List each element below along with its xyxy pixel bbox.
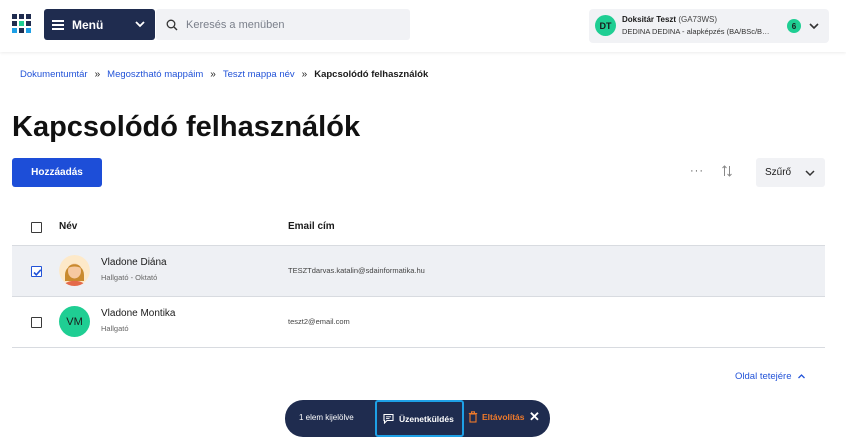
user-name: Doksitár Teszt bbox=[622, 15, 677, 24]
chevron-down-icon bbox=[805, 170, 815, 177]
app-logo-icon[interactable] bbox=[11, 13, 33, 35]
user-program: DEDINA DEDINA - alapképzés (BA/BSc/B… bbox=[622, 27, 770, 36]
search-input[interactable] bbox=[186, 18, 386, 31]
user-code: (GA73WS) bbox=[678, 15, 717, 24]
hamburger-icon bbox=[52, 19, 64, 30]
table-header: Név Email cím bbox=[12, 209, 825, 246]
more-options-icon[interactable]: ··· bbox=[690, 165, 704, 177]
add-button[interactable]: Hozzáadás bbox=[12, 158, 102, 187]
row-checkbox[interactable] bbox=[31, 266, 42, 277]
chevron-up-icon bbox=[797, 374, 805, 379]
breadcrumb: Dokumentumtár » Megosztható mappáim » Te… bbox=[20, 69, 428, 80]
breadcrumb-link[interactable]: Teszt mappa név bbox=[223, 69, 295, 80]
column-header-email[interactable]: Email cím bbox=[288, 221, 335, 232]
close-icon[interactable]: ✕ bbox=[529, 409, 540, 425]
remove-label: Eltávolítás bbox=[482, 412, 525, 422]
user-name-line: Doksitár Teszt (GA73WS) bbox=[622, 15, 717, 24]
sort-icon[interactable] bbox=[721, 164, 733, 178]
checkmark-icon bbox=[33, 269, 42, 276]
user-role: Hallgató - Oktató bbox=[101, 273, 158, 282]
users-table: Név Email cím Vladone Diána Hallgató - O… bbox=[12, 209, 825, 348]
user-switcher[interactable]: DT Doksitár Teszt (GA73WS) DEDINA DEDINA… bbox=[589, 9, 829, 43]
chevron-down-icon bbox=[135, 21, 145, 28]
chevron-down-icon bbox=[809, 23, 819, 30]
column-header-name[interactable]: Név bbox=[59, 221, 77, 232]
remove-button[interactable]: Eltávolítás bbox=[468, 411, 525, 423]
table-row[interactable]: VM Vladone Montika Hallgató teszt2@email… bbox=[12, 297, 825, 348]
user-email: teszt2@email.com bbox=[288, 317, 350, 326]
breadcrumb-separator: » bbox=[94, 69, 101, 80]
send-message-label: Üzenetküldés bbox=[399, 413, 454, 424]
breadcrumb-separator: » bbox=[301, 69, 308, 80]
menu-search[interactable] bbox=[156, 9, 410, 40]
selected-count: 1 elem kijelölve bbox=[299, 413, 354, 422]
message-icon bbox=[383, 413, 394, 424]
breadcrumb-current: Kapcsolódó felhasználók bbox=[314, 69, 429, 80]
notification-badge: 6 bbox=[787, 19, 801, 33]
user-avatar: DT bbox=[595, 15, 616, 36]
menu-button[interactable]: Menü bbox=[44, 9, 155, 40]
breadcrumb-link[interactable]: Dokumentumtár bbox=[20, 69, 88, 80]
user-name: Vladone Diána bbox=[101, 257, 167, 268]
table-row[interactable]: Vladone Diána Hallgató - Oktató TESZTdar… bbox=[12, 246, 825, 297]
back-to-top-label: Oldal tetejére bbox=[735, 371, 792, 382]
menu-label: Menü bbox=[72, 17, 104, 32]
trash-icon bbox=[468, 411, 478, 423]
filter-label: Szűrő bbox=[765, 167, 792, 178]
user-photo-icon bbox=[59, 255, 90, 286]
avatar bbox=[59, 255, 90, 286]
avatar: VM bbox=[59, 306, 90, 337]
search-icon bbox=[166, 19, 178, 30]
send-message-button[interactable]: Üzenetküldés bbox=[375, 400, 464, 437]
top-header: Menü DT Doksitár Teszt (GA73WS) DEDINA D… bbox=[0, 0, 846, 52]
user-name: Vladone Montika bbox=[101, 308, 176, 319]
selection-action-bar: 1 elem kijelölve Üzenetküldés Eltávolítá… bbox=[285, 400, 550, 437]
breadcrumb-link[interactable]: Megosztható mappáim bbox=[107, 69, 203, 80]
breadcrumb-separator: » bbox=[210, 69, 216, 80]
row-checkbox[interactable] bbox=[31, 317, 42, 328]
user-role: Hallgató bbox=[101, 324, 129, 333]
back-to-top-link[interactable]: Oldal tetejére bbox=[735, 371, 806, 382]
user-email: TESZTdarvas.katalin@sdainformatika.hu bbox=[288, 266, 425, 275]
page-title: Kapcsolódó felhasználók bbox=[12, 111, 361, 143]
select-all-checkbox[interactable] bbox=[31, 222, 42, 233]
filter-button[interactable]: Szűrő bbox=[756, 158, 825, 187]
